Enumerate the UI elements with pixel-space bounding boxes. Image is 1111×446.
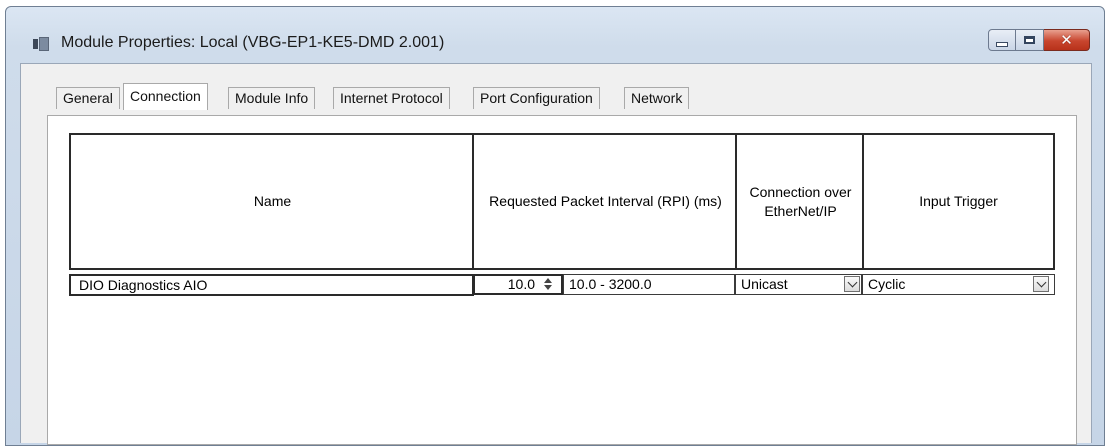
input-trigger-dropdown-button[interactable]	[1033, 276, 1049, 292]
connection-dropdown-button[interactable]	[844, 276, 860, 292]
close-icon: ✕	[1060, 30, 1073, 49]
input-trigger-select[interactable]: Cyclic	[862, 274, 1055, 295]
tab-internet-protocol[interactable]: Internet Protocol	[333, 87, 450, 109]
row-name-cell: DIO Diagnostics AIO	[69, 274, 474, 296]
minimize-icon	[996, 41, 1008, 47]
maximize-icon	[1024, 36, 1035, 44]
minimize-button[interactable]	[988, 29, 1016, 51]
tab-connection[interactable]: Connection	[123, 83, 208, 110]
caption-buttons: ✕	[988, 29, 1090, 51]
title-bar[interactable]: Module Properties: Local (VBG-EP1-KE5-DM…	[6, 7, 1104, 63]
input-trigger-value: Cyclic	[868, 276, 906, 292]
connection-grid: Name Requested Packet Interval (RPI) (ms…	[69, 133, 1055, 301]
tab-general[interactable]: General	[56, 87, 120, 109]
tab-port-configuration[interactable]: Port Configuration	[473, 87, 600, 109]
maximize-button[interactable]	[1016, 29, 1044, 51]
column-header-rpi-label: Requested Packet Interval (RPI) (ms)	[489, 193, 722, 209]
column-header-input-trigger[interactable]: Input Trigger	[862, 133, 1055, 270]
chevron-down-icon	[847, 277, 857, 288]
tab-network[interactable]: Network	[624, 87, 690, 109]
close-button[interactable]: ✕	[1044, 29, 1090, 51]
module-properties-icon	[33, 37, 49, 51]
table-row[interactable]: DIO Diagnostics AIO 10.0 10.0 - 3200.0 U…	[69, 270, 1055, 300]
chevron-down-icon	[1036, 277, 1046, 288]
tab-module-info[interactable]: Module Info	[228, 87, 316, 109]
column-header-connection-label: Connection over EtherNet/IP	[749, 183, 852, 219]
spinner-arrows-icon[interactable]	[541, 276, 556, 292]
column-header-rpi[interactable]: Requested Packet Interval (RPI) (ms)	[472, 133, 737, 270]
column-header-name-label: Name	[253, 193, 292, 209]
rpi-range-cell: 10.0 - 3200.0	[563, 274, 735, 295]
column-header-input-trigger-label: Input Trigger	[919, 193, 998, 209]
column-header-connection[interactable]: Connection over EtherNet/IP	[735, 133, 864, 270]
connection-type-value: Unicast	[741, 276, 788, 292]
connection-type-select[interactable]: Unicast	[735, 274, 862, 295]
column-header-name[interactable]: Name	[69, 133, 474, 270]
window-title: Module Properties: Local (VBG-EP1-KE5-DM…	[61, 34, 445, 51]
